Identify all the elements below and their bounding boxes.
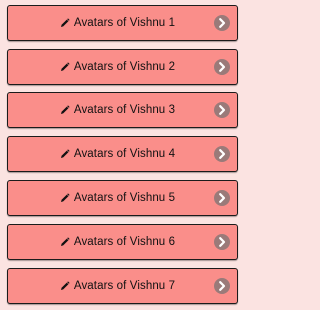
pencil-icon: [60, 18, 70, 28]
item-label: Avatars of Vishnu 1: [73, 17, 176, 29]
pencil-icon: [60, 281, 70, 291]
list-item-avatars-3[interactable]: Avatars of Vishnu 3: [7, 92, 238, 128]
item-content: Avatars of Vishnu 2: [60, 61, 175, 73]
item-content: Avatars of Vishnu 3: [60, 104, 175, 116]
item-content: Avatars of Vishnu 1: [60, 17, 175, 29]
chevron-right-icon[interactable]: [214, 59, 230, 75]
list-item-avatars-7[interactable]: Avatars of Vishnu 7: [7, 268, 238, 304]
item-content: Avatars of Vishnu 7: [60, 280, 175, 292]
chevron-right-icon[interactable]: [214, 102, 230, 118]
item-label: Avatars of Vishnu 2: [73, 61, 176, 73]
item-label: Avatars of Vishnu 5: [73, 192, 176, 204]
pencil-icon: [60, 62, 70, 72]
item-content: Avatars of Vishnu 6: [60, 236, 175, 248]
item-content: Avatars of Vishnu 5: [60, 192, 175, 204]
chevron-right-icon[interactable]: [214, 278, 230, 294]
pencil-icon: [60, 237, 70, 247]
chevron-right-icon[interactable]: [214, 146, 230, 162]
list-item-avatars-4[interactable]: Avatars of Vishnu 4: [7, 136, 238, 172]
pencil-icon: [60, 149, 70, 159]
pencil-icon: [60, 193, 70, 203]
chevron-right-icon[interactable]: [214, 234, 230, 250]
chevron-right-icon[interactable]: [214, 15, 230, 31]
item-label: Avatars of Vishnu 7: [73, 280, 176, 292]
item-label: Avatars of Vishnu 4: [73, 148, 176, 160]
list-item-avatars-1[interactable]: Avatars of Vishnu 1: [7, 5, 238, 41]
list-item-avatars-6[interactable]: Avatars of Vishnu 6: [7, 224, 238, 260]
item-content: Avatars of Vishnu 4: [60, 148, 175, 160]
chevron-right-icon[interactable]: [214, 190, 230, 206]
list-item-avatars-5[interactable]: Avatars of Vishnu 5: [7, 180, 238, 216]
pencil-icon: [60, 105, 70, 115]
item-label: Avatars of Vishnu 6: [73, 236, 176, 248]
avatars-list: Avatars of Vishnu 1 Avatars of Vishnu 2 …: [0, 0, 245, 310]
item-label: Avatars of Vishnu 3: [73, 104, 176, 116]
list-item-avatars-2[interactable]: Avatars of Vishnu 2: [7, 49, 238, 85]
